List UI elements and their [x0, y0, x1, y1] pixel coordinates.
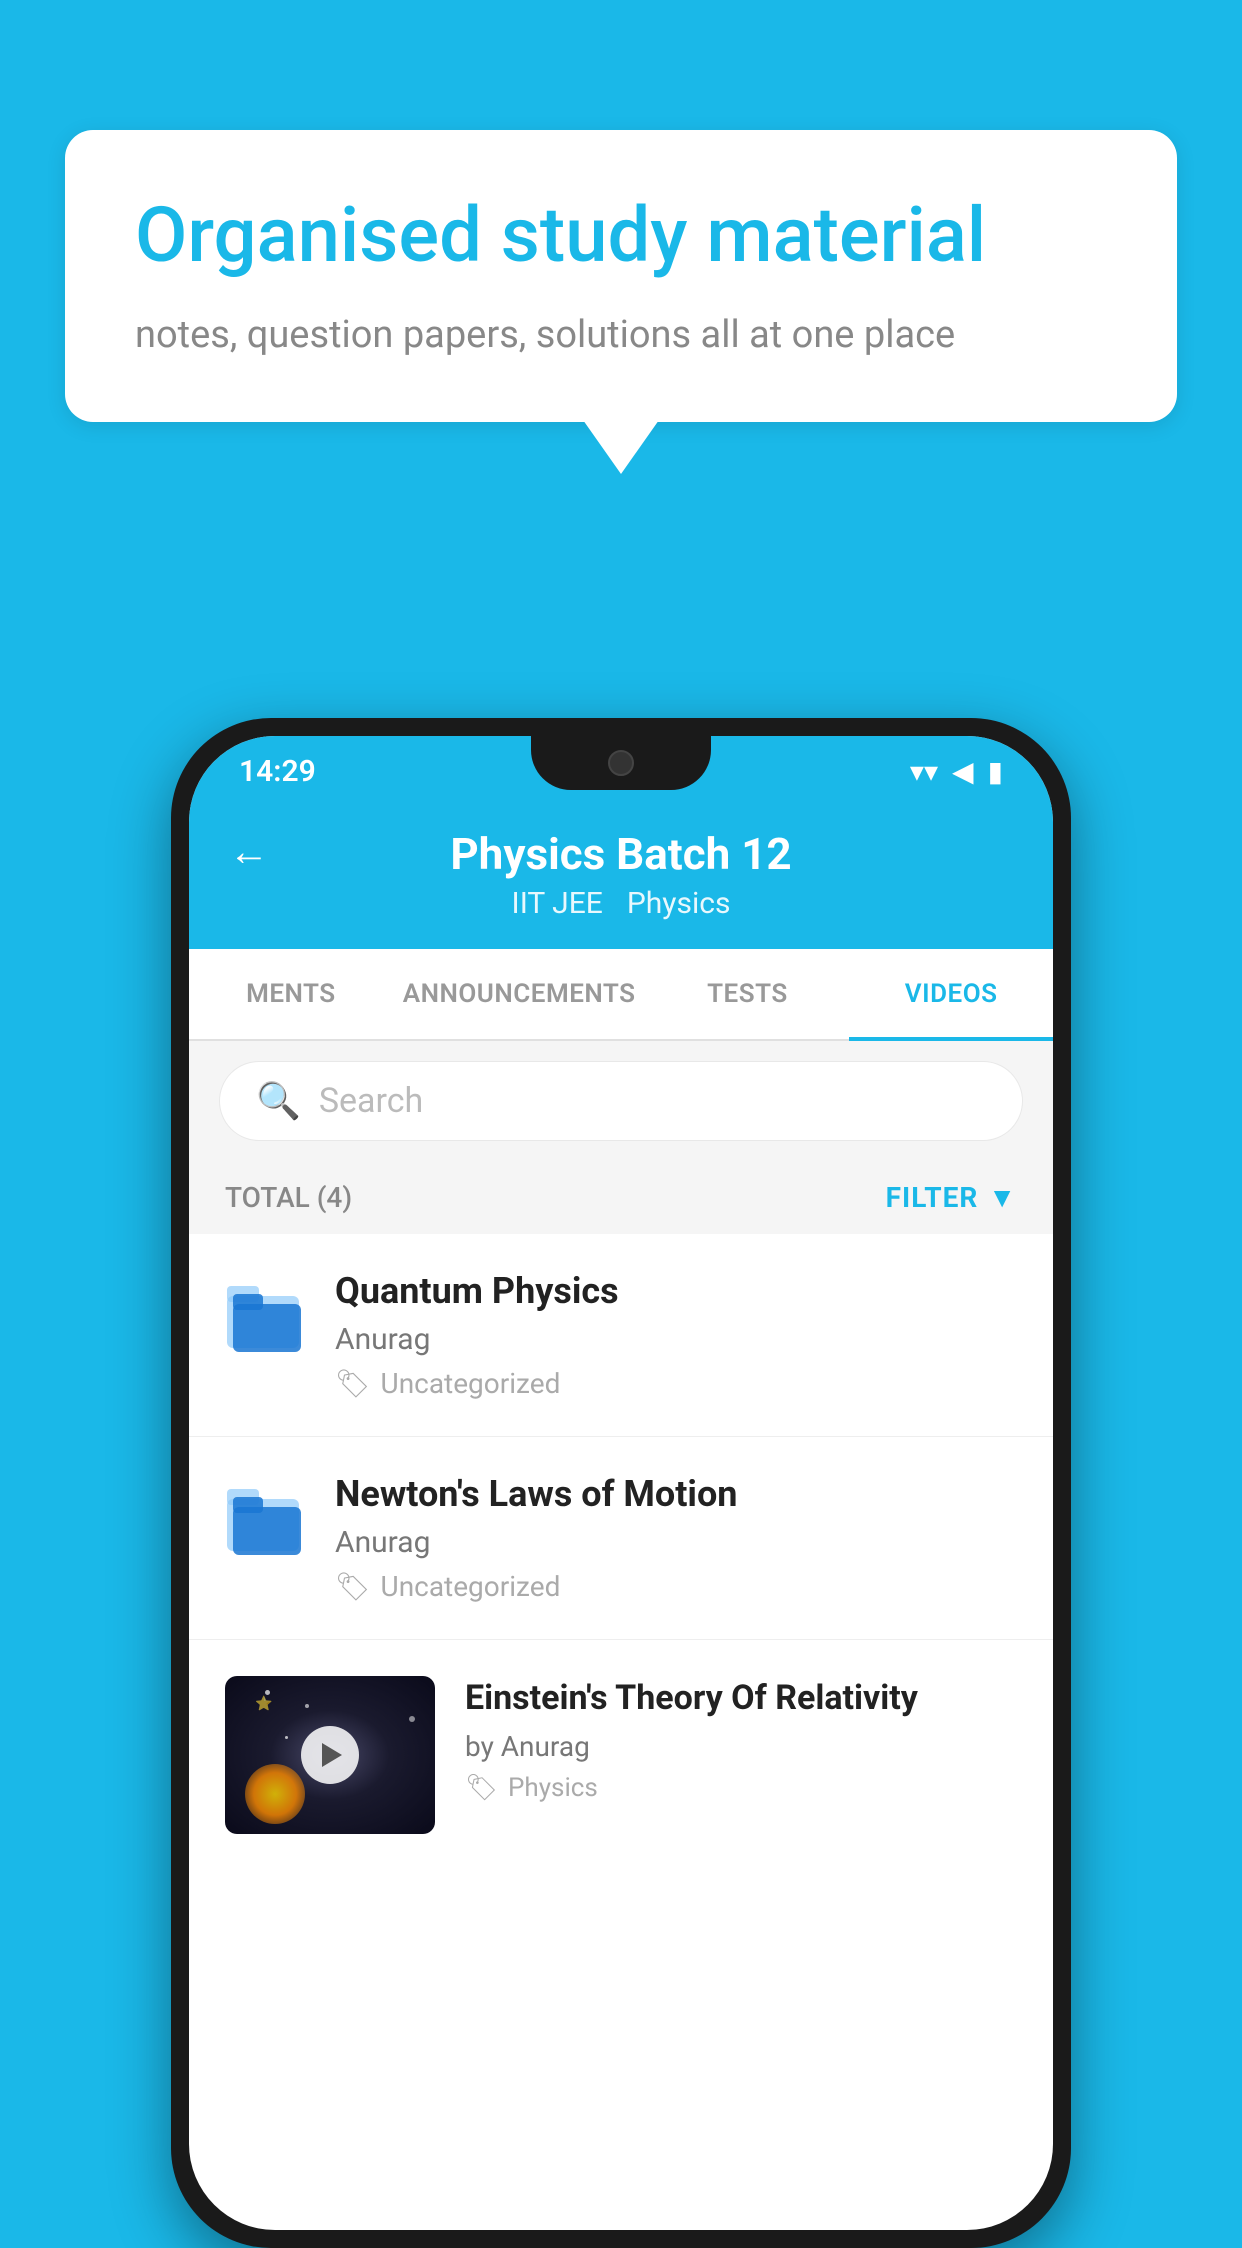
video-list: Quantum Physics Anurag 🏷 Uncategorized — [189, 1234, 1053, 1870]
tab-ments[interactable]: MENTS — [189, 949, 393, 1039]
status-icons: ▾▾ ◀ ▮ — [910, 755, 1003, 788]
speech-bubble: Organised study material notes, question… — [65, 130, 1177, 422]
tag-icon: 🏷 — [335, 1367, 371, 1400]
star — [285, 1736, 288, 1739]
folder-icon — [225, 1274, 305, 1358]
star — [265, 1690, 270, 1695]
video-author: by Anurag — [465, 1730, 1017, 1763]
star — [409, 1716, 415, 1722]
total-count: TOTAL (4) — [225, 1181, 352, 1214]
notch — [531, 736, 711, 790]
video-tag: 🏷 Physics — [465, 1773, 1017, 1803]
video-title: Quantum Physics — [335, 1270, 1017, 1312]
bubble-subtitle: notes, question papers, solutions all at… — [135, 309, 1107, 362]
phone-screen: 14:29 ▾▾ ◀ ▮ ← Physics Batch 12 IIT JEE … — [189, 736, 1053, 2230]
header-title: Physics Batch 12 — [450, 828, 791, 880]
filter-icon: ▼ — [988, 1181, 1017, 1214]
video-title: Einstein's Theory Of Relativity — [465, 1676, 1017, 1720]
back-button[interactable]: ← — [229, 828, 269, 875]
header-subtitle: IIT JEE Physics — [512, 886, 731, 921]
video-thumbnail — [225, 1676, 435, 1834]
status-bar: 14:29 ▾▾ ◀ ▮ — [189, 736, 1053, 806]
play-triangle-icon — [322, 1743, 342, 1767]
folder-icon — [225, 1477, 305, 1561]
tabs-bar: MENTS ANNOUNCEMENTS TESTS VIDEOS — [189, 949, 1053, 1041]
list-item[interactable]: Einstein's Theory Of Relativity by Anura… — [189, 1640, 1053, 1870]
star — [305, 1704, 309, 1708]
search-input[interactable]: Search — [319, 1081, 423, 1121]
list-item[interactable]: Quantum Physics Anurag 🏷 Uncategorized — [189, 1234, 1053, 1437]
tab-videos[interactable]: VIDEOS — [849, 949, 1053, 1039]
header-subtitle-iitjee: IIT JEE — [512, 886, 603, 921]
video-tag: 🏷 Uncategorized — [335, 1570, 1017, 1603]
folder-icon-wrap — [225, 1477, 305, 1565]
filter-button[interactable]: FILTER ▼ — [886, 1181, 1017, 1214]
video-tag: 🏷 Uncategorized — [335, 1367, 1017, 1400]
play-button[interactable] — [301, 1726, 359, 1784]
search-bar[interactable]: 🔍 Search — [219, 1061, 1023, 1141]
camera-dot — [608, 750, 634, 776]
tab-tests[interactable]: TESTS — [646, 949, 850, 1039]
tab-announcements[interactable]: ANNOUNCEMENTS — [393, 949, 646, 1039]
search-container: 🔍 Search — [189, 1041, 1053, 1161]
battery-icon: ▮ — [988, 755, 1003, 788]
tag-icon: 🏷 — [465, 1773, 498, 1803]
header-subtitle-physics: Physics — [627, 886, 731, 921]
speech-bubble-container: Organised study material notes, question… — [65, 130, 1177, 422]
search-icon: 🔍 — [256, 1080, 301, 1122]
video-author: Anurag — [335, 1322, 1017, 1357]
tag-icon: 🏷 — [335, 1570, 371, 1603]
bubble-title: Organised study material — [135, 190, 1107, 281]
video-title: Newton's Laws of Motion — [335, 1473, 1017, 1515]
video-author: Anurag — [335, 1525, 1017, 1560]
folder-icon-wrap — [225, 1274, 305, 1362]
list-item[interactable]: Newton's Laws of Motion Anurag 🏷 Uncateg… — [189, 1437, 1053, 1640]
status-time: 14:29 — [239, 754, 316, 789]
video-info: Einstein's Theory Of Relativity by Anura… — [465, 1676, 1017, 1803]
signal-icon: ◀ — [952, 755, 974, 788]
thumbnail-bg — [225, 1676, 435, 1834]
wifi-icon: ▾▾ — [910, 755, 938, 788]
phone-frame: 14:29 ▾▾ ◀ ▮ ← Physics Batch 12 IIT JEE … — [171, 718, 1071, 2248]
filter-label: FILTER — [886, 1181, 979, 1214]
video-info: Quantum Physics Anurag 🏷 Uncategorized — [335, 1270, 1017, 1400]
filter-bar: TOTAL (4) FILTER ▼ — [189, 1161, 1053, 1234]
video-info: Newton's Laws of Motion Anurag 🏷 Uncateg… — [335, 1473, 1017, 1603]
app-header: ← Physics Batch 12 IIT JEE Physics — [189, 806, 1053, 949]
thumbnail-orb — [245, 1764, 305, 1824]
